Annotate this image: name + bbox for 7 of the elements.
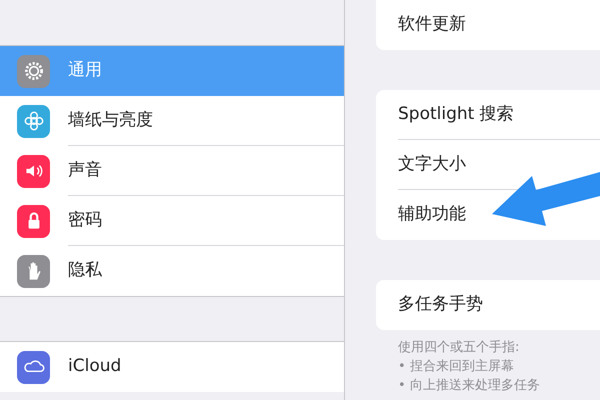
footer-note: • 捏合来回到主屏幕 (398, 358, 515, 376)
footer-note: • 向上推送来处理多任务 (398, 377, 541, 395)
settings-row[interactable]: 软件更新 (398, 0, 600, 50)
settings-row[interactable]: Spotlight 搜索 (398, 90, 600, 140)
footer-note: 使用四个或五个手指: (398, 339, 520, 357)
settings-row[interactable]: 辅助功能 (398, 190, 600, 240)
settings-row[interactable]: 多任务手势 (398, 280, 600, 330)
